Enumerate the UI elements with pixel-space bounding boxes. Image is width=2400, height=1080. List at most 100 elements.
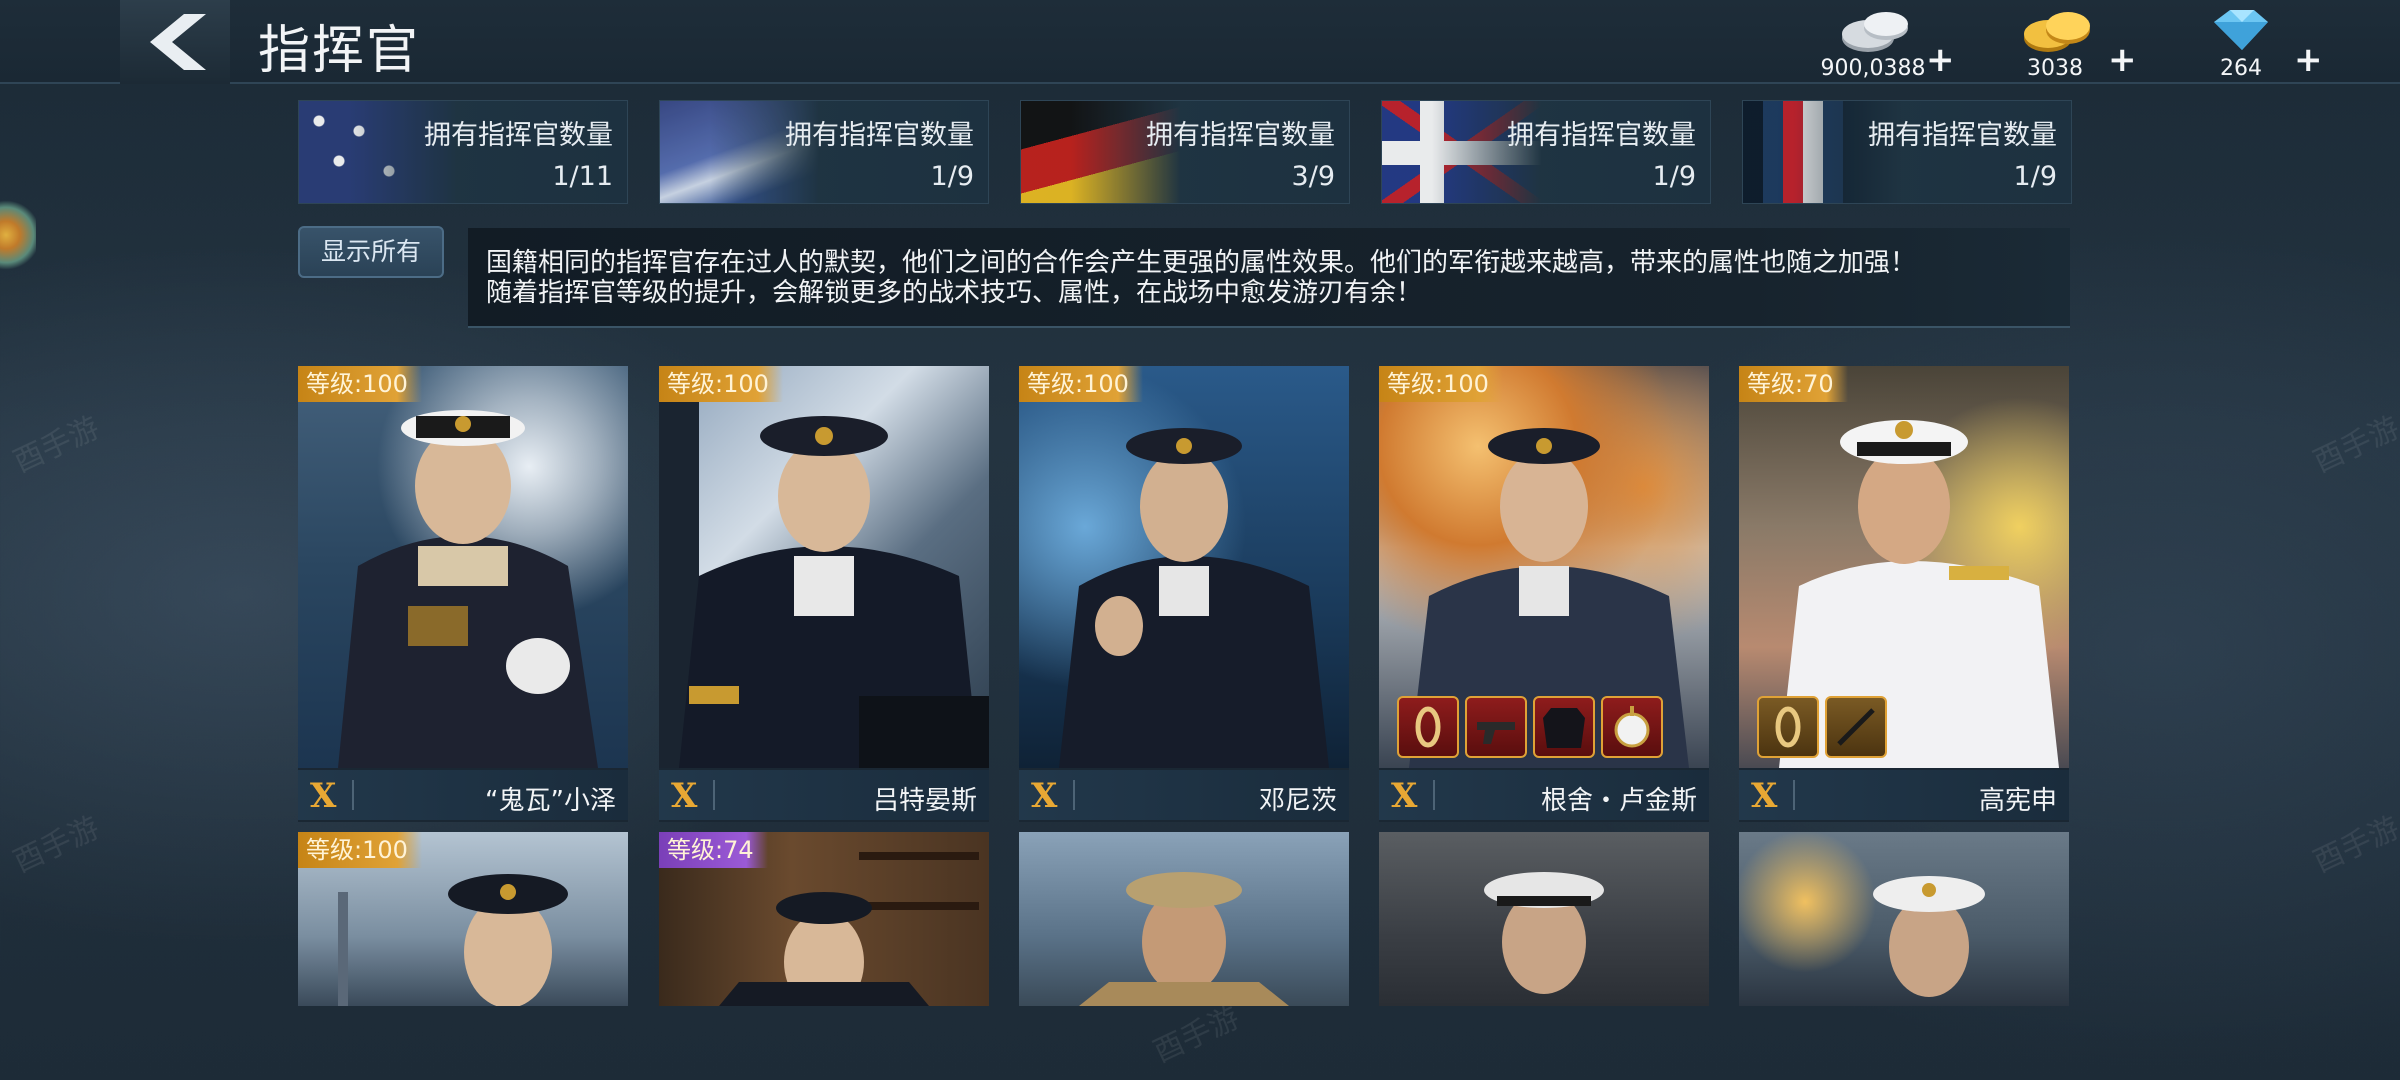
nation-owned-count: 3/9 (1291, 161, 1335, 192)
watermark: 酉手游 (8, 410, 105, 481)
commander-card[interactable]: 等级:70 X 高宪申 (1739, 366, 2069, 822)
add-silver-button[interactable]: + (1926, 40, 1955, 80)
commander-namebar: X “鬼瓦”小泽 (298, 770, 628, 820)
commander-card[interactable]: 等级:100 X 根舍・卢金斯 (1379, 366, 1709, 822)
pistol-icon[interactable] (1465, 696, 1527, 758)
commander-portrait: 等级:100 (1379, 366, 1709, 768)
nation-tile-japan[interactable]: 拥有指挥官数量 1/9 (659, 100, 989, 204)
show-all-button[interactable]: 显示所有 (298, 226, 444, 278)
nation-tile-usa[interactable]: 拥有指挥官数量 1/11 (298, 100, 628, 204)
commander-portrait (1019, 832, 1349, 1006)
commander-portrait (1379, 832, 1709, 1006)
commander-name: 根舍・卢金斯 (1540, 786, 1697, 816)
commander-name: 高宪申 (1978, 786, 2057, 816)
nation-tile-germany[interactable]: 拥有指挥官数量 3/9 (1020, 100, 1350, 204)
divider (1793, 780, 1795, 810)
nation-bonus-description: 国籍相同的指挥官存在过人的默契，他们之间的合作会产生更强的属性效果。他们的军衔越… (468, 228, 2070, 328)
nation-owned-count: 1/11 (552, 161, 613, 192)
commander-namebar: X 吕特晏斯 (659, 770, 989, 820)
commander-card[interactable]: 等级:100 (298, 832, 628, 1006)
rope-icon[interactable] (1757, 696, 1819, 758)
commander-portrait: 等级:100 (298, 366, 628, 768)
commander-namebar: X 邓尼茨 (1019, 770, 1349, 820)
nation-owned-label: 拥有指挥官数量 (1868, 120, 2057, 151)
gold-amount: 3038 (2027, 56, 2083, 81)
silver-coins-icon (1842, 12, 1908, 52)
commander-name: 吕特晏斯 (872, 786, 977, 816)
commander-portrait (1739, 832, 2069, 1006)
rank-insignia: X (1751, 776, 1778, 816)
page-title: 指挥官 (258, 21, 421, 81)
commander-card[interactable] (1379, 832, 1709, 1006)
divider (1073, 780, 1075, 810)
diamond-amount: 264 (2220, 56, 2262, 81)
level-badge: 等级:70 (1739, 366, 1848, 402)
rank-insignia: X (310, 776, 337, 816)
top-bar: 指挥官 900,0388 + 3038 + 264 + (0, 0, 2400, 84)
rank-insignia: X (671, 776, 698, 816)
divider (713, 780, 715, 810)
equipment-row (1757, 696, 1887, 758)
commander-portrait: 等级:70 (1739, 366, 2069, 768)
commander-figure (1484, 872, 1604, 994)
nation-tile-ussr[interactable]: 拥有指挥官数量 1/9 (1742, 100, 2072, 204)
level-badge: 等级:74 (659, 832, 768, 868)
chevron-left-icon (150, 14, 206, 70)
rank-insignia: X (1391, 776, 1418, 816)
commander-figure (1059, 428, 1329, 768)
nation-owned-label: 拥有指挥官数量 (785, 120, 974, 151)
commander-card[interactable] (1019, 832, 1349, 1006)
watermark: 酉手游 (2308, 810, 2400, 881)
level-badge: 等级:100 (1379, 366, 1503, 402)
commander-figure (1079, 872, 1289, 1006)
pocket-watch-icon[interactable] (1601, 696, 1663, 758)
commander-namebar: X 高宪申 (1739, 770, 2069, 820)
nation-owned-label: 拥有指挥官数量 (1507, 120, 1696, 151)
commander-card[interactable]: 等级:100 X 吕特晏斯 (659, 366, 989, 822)
diamond-icon (2214, 10, 2268, 50)
commander-namebar: X 根舍・卢金斯 (1379, 770, 1709, 820)
watermark: 酉手游 (8, 810, 105, 881)
commander-portrait: 等级:100 (659, 366, 989, 768)
baton-icon[interactable] (1825, 696, 1887, 758)
diamond-currency[interactable]: 264 + (2176, 4, 2326, 81)
commander-name: “鬼瓦”小泽 (485, 786, 616, 816)
rope-icon[interactable] (1397, 696, 1459, 758)
description-line-2: 随着指挥官等级的提升，会解锁更多的战术技巧、属性，在战场中愈发游刃有余！ (486, 278, 1423, 308)
add-diamond-button[interactable]: + (2294, 40, 2323, 80)
nation-tile-uk[interactable]: 拥有指挥官数量 1/9 (1381, 100, 1711, 204)
nation-filter-row: 拥有指挥官数量 1/11 拥有指挥官数量 1/9 拥有指挥官数量 3/9 拥有指… (298, 100, 2073, 206)
equipment-row (1397, 696, 1663, 758)
divider (352, 780, 354, 810)
description-line-1: 国籍相同的指挥官存在过人的默契，他们之间的合作会产生更强的属性效果。他们的军衔越… (486, 248, 1917, 278)
nation-owned-label: 拥有指挥官数量 (424, 120, 613, 151)
side-star-icon (0, 200, 36, 270)
gold-coins-icon (2024, 12, 2090, 52)
nation-owned-label: 拥有指挥官数量 (1146, 120, 1335, 151)
gold-currency[interactable]: 3038 + (1990, 4, 2140, 81)
nation-owned-count: 1/9 (1652, 161, 1696, 192)
commander-figure (1873, 876, 1985, 997)
commander-portrait: 等级:100 (1019, 366, 1349, 768)
add-gold-button[interactable]: + (2108, 40, 2137, 80)
level-badge: 等级:100 (298, 366, 422, 402)
watermark: 酉手游 (2308, 410, 2400, 481)
jacket-icon[interactable] (1533, 696, 1595, 758)
commander-card[interactable] (1739, 832, 2069, 1006)
nation-owned-count: 1/9 (930, 161, 974, 192)
silver-amount: 900,0388 (1820, 56, 1926, 81)
commander-figure (659, 366, 989, 768)
commander-card[interactable]: 等级:100 X 邓尼茨 (1019, 366, 1349, 822)
rank-insignia: X (1031, 776, 1058, 816)
silver-currency[interactable]: 900,0388 + (1808, 4, 1958, 81)
commander-card[interactable]: 等级:74 (659, 832, 989, 1006)
commander-card[interactable]: 等级:100 X “鬼瓦”小泽 (298, 366, 628, 822)
back-button[interactable] (120, 0, 230, 84)
level-badge: 等级:100 (298, 832, 422, 868)
commander-portrait: 等级:100 (298, 832, 628, 1006)
commander-name: 邓尼茨 (1258, 786, 1337, 816)
nation-owned-count: 1/9 (2013, 161, 2057, 192)
commander-figure (338, 410, 598, 768)
divider (1433, 780, 1435, 810)
level-badge: 等级:100 (659, 366, 783, 402)
